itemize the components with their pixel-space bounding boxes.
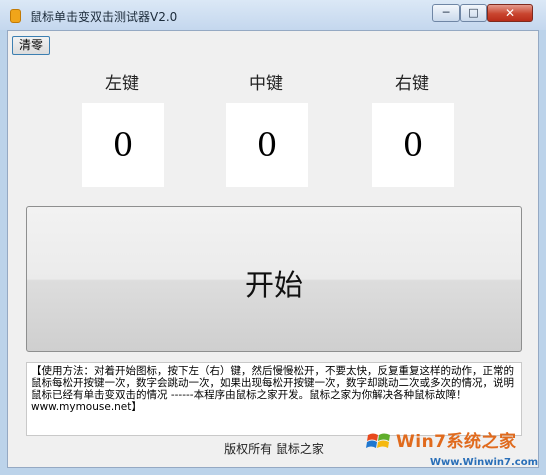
watermark-brand: Win7系统之家 <box>396 432 517 452</box>
maximize-icon: □ <box>468 6 479 19</box>
title-bar[interactable]: 鼠标单击变双击测试器V2.0 ─ □ ✕ <box>0 0 546 30</box>
instructions-text: 【使用方法：对着开始图标，按下左（右）键，然后慢慢松开，不要太快，反复重复这样的… <box>26 362 522 436</box>
minimize-button[interactable]: ─ <box>432 4 460 22</box>
windows-logo-icon <box>366 433 390 448</box>
app-window: 鼠标单击变双击测试器V2.0 ─ □ ✕ 清零 左键 中键 右键 0 0 0 开… <box>0 0 546 475</box>
window-title: 鼠标单击变双击测试器V2.0 <box>30 10 178 24</box>
close-icon: ✕ <box>504 6 516 20</box>
left-click-counter: 0 <box>82 103 164 187</box>
close-button[interactable]: ✕ <box>487 4 533 22</box>
watermark-url: Www.Winwin7.com <box>430 457 539 468</box>
middle-button-label: 中键 <box>249 74 283 94</box>
clear-button[interactable]: 清零 <box>12 36 50 55</box>
client-area: 清零 左键 中键 右键 0 0 0 开始 【使用方法：对着开始图标，按下左（右）… <box>7 30 539 468</box>
start-test-button[interactable]: 开始 <box>26 206 522 352</box>
right-click-counter: 0 <box>372 103 454 187</box>
app-icon <box>10 9 21 23</box>
right-button-label: 右键 <box>395 74 429 94</box>
left-button-label: 左键 <box>105 74 139 94</box>
minimize-icon: ─ <box>442 6 450 19</box>
middle-click-counter: 0 <box>226 103 308 187</box>
maximize-button[interactable]: □ <box>460 4 487 22</box>
start-label: 开始 <box>244 268 303 302</box>
